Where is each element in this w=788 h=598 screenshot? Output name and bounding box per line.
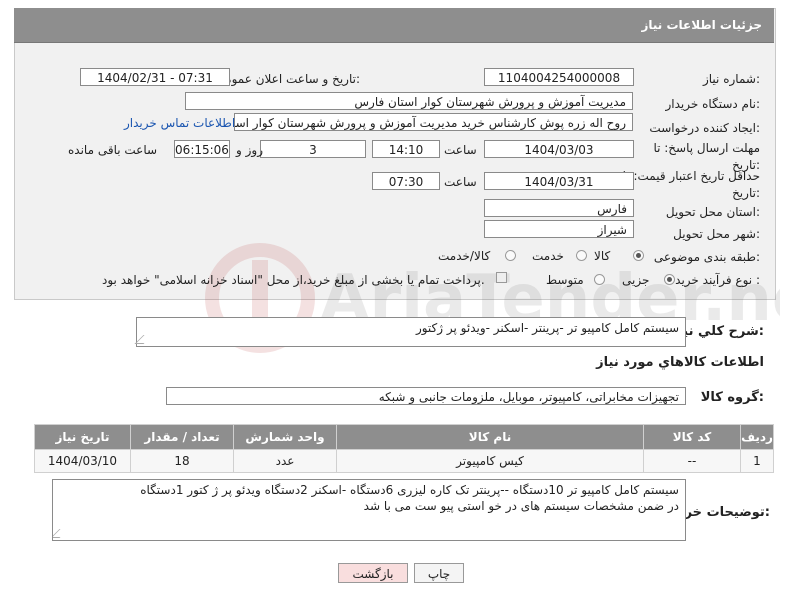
price-validity-label-text: حداقل تاریخ اعتبار قیمت: تا تاریخ: xyxy=(622,169,760,200)
resize-handle[interactable] xyxy=(134,335,153,344)
category-option-goods-service: کالا/خدمت xyxy=(438,249,491,263)
city-field: شیراز xyxy=(484,220,634,238)
back-button[interactable]: بازگشت xyxy=(338,563,408,583)
buyer-notes-line2: در ضمن مشخصات سیستم های در خو استی پیو س… xyxy=(363,499,679,513)
need-number-label: شماره نیاز: xyxy=(702,72,760,86)
buyer-contact-link[interactable]: اطلاعات تماس خریدار xyxy=(124,116,235,130)
goods-info-title: اطلاعات كالاهاي مورد نياز xyxy=(596,355,764,370)
treasury-payment-checkbox[interactable] xyxy=(496,272,507,283)
price-validity-date: 1404/03/31 xyxy=(484,172,634,190)
cell-date: 1404/03/10 xyxy=(34,449,131,473)
requester-label: ایجاد کننده درخواست: xyxy=(649,121,760,135)
city-label: شهر محل تحویل: xyxy=(673,227,760,241)
category-label: طبقه بندی موضوعی: xyxy=(653,250,760,264)
reply-time-label: ساعت xyxy=(444,143,477,157)
buyer-notes-line1: سیستم کامل کامپیو تر 10دستگاه --پرینتر ت… xyxy=(140,483,679,497)
cell-name: کیس کامپیوتر xyxy=(336,449,644,473)
process-type-label: نوع فرآیند خرید : xyxy=(675,273,760,287)
need-description-text: سیستم کامل کامپیو تر -پرینتر -اسکنر -وید… xyxy=(415,321,679,335)
table-header-row: ردیف کد کالا نام کالا واحد شمارش تعداد /… xyxy=(34,424,774,450)
print-button[interactable]: چاپ xyxy=(414,563,464,583)
announce-datetime-field: 1404/02/31 - 07:31 xyxy=(80,68,230,86)
category-radio-service[interactable] xyxy=(576,250,587,261)
panel-header: جزئیات اطلاعات نیاز xyxy=(14,8,774,43)
treasury-payment-note: پرداخت تمام یا بخشی از مبلغ خرید،از محل … xyxy=(102,273,485,287)
category-radio-goods-service[interactable] xyxy=(505,250,516,261)
cell-qty: 18 xyxy=(130,449,234,473)
reply-remaining-field: 06:15:06 xyxy=(174,140,230,158)
category-radio-goods[interactable] xyxy=(633,250,644,261)
reply-days-label: روز و xyxy=(236,143,263,157)
province-label: استان محل تحویل: xyxy=(665,205,760,219)
col-unit-header: واحد شمارش xyxy=(233,424,337,450)
reply-days-field: 3 xyxy=(260,140,366,158)
reply-deadline-time: 14:10 xyxy=(372,140,440,158)
buyer-notes-textarea[interactable]: سیستم کامل کامپیو تر 10دستگاه --پرینتر ت… xyxy=(52,479,686,541)
process-radio-minor[interactable] xyxy=(664,274,675,285)
need-number-field: 1104004254000008 xyxy=(484,68,634,86)
announce-datetime-label: تاریخ و ساعت اعلان عمومی: xyxy=(215,72,360,86)
resize-handle[interactable] xyxy=(53,529,69,538)
goods-group-label: گروه کالا: xyxy=(700,390,764,405)
process-radio-medium[interactable] xyxy=(594,274,605,285)
col-code-header: کد کالا xyxy=(643,424,741,450)
col-name-header: نام کالا xyxy=(336,424,644,450)
page-title: جزئیات اطلاعات نیاز xyxy=(641,18,762,32)
buyer-org-label: نام دستگاه خریدار: xyxy=(665,97,761,111)
category-option-service: خدمت xyxy=(532,249,564,263)
col-row-header: ردیف xyxy=(740,424,774,450)
cell-unit: عدد xyxy=(233,449,337,473)
reply-remaining-label: ساعت باقی مانده xyxy=(68,143,158,157)
need-description-textarea[interactable]: سیستم کامل کامپیو تر -پرینتر -اسکنر -وید… xyxy=(134,317,686,347)
province-field: فارس xyxy=(484,199,634,217)
process-option-minor: جزیی xyxy=(622,273,650,287)
buyer-org-field: مدیریت آموزش و پرورش شهرستان کوار استان … xyxy=(185,92,633,110)
requester-field: روح اله زره پوش کارشناس خرید مدیریت آموز… xyxy=(234,113,633,131)
price-time-label: ساعت xyxy=(444,175,477,189)
col-qty-header: تعداد / مقدار xyxy=(130,424,234,450)
cell-code: -- xyxy=(643,449,741,473)
goods-group-field: تجهیزات مخابراتی، کامپیوتر، موبایل، ملزو… xyxy=(166,387,686,405)
reply-deadline-date: 1404/03/03 xyxy=(484,140,634,158)
table-row[interactable]: 1 -- کیس کامپیوتر عدد 18 1404/03/10 xyxy=(34,449,774,473)
category-option-goods: کالا xyxy=(594,249,611,263)
items-table: ردیف کد کالا نام کالا واحد شمارش تعداد /… xyxy=(34,424,774,473)
price-validity-time: 07:30 xyxy=(372,172,440,190)
process-option-medium: متوسط xyxy=(546,273,584,287)
cell-row: 1 xyxy=(740,449,774,473)
col-date-header: تاریخ نیاز xyxy=(34,424,131,450)
